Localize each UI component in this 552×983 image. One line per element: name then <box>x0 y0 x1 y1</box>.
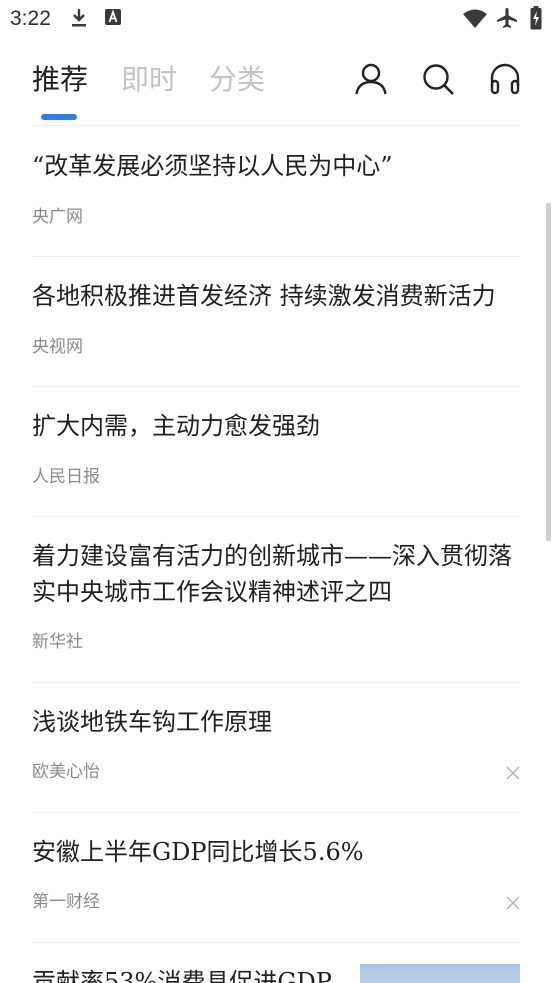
item-divider <box>32 812 520 813</box>
news-source: 欧美心怡 <box>32 762 100 782</box>
font-a-icon <box>105 8 121 30</box>
status-time: 3:22 <box>10 7 51 30</box>
header-divider <box>32 125 520 126</box>
news-title[interactable]: 着力建设富有活力的创新城市——深入贯彻落实中央城市工作会议精神述评之四 <box>32 538 512 610</box>
news-item[interactable]: 浅谈地铁车钩工作原理 欧美心怡 <box>32 704 520 813</box>
news-title[interactable]: 扩大内需，主动力愈发强劲 <box>32 408 512 444</box>
airplane-icon <box>496 7 518 33</box>
dismiss-close-icon[interactable] <box>506 895 520 910</box>
news-item[interactable]: 扩大内需，主动力愈发强劲 人民日报 <box>32 408 520 517</box>
headphones-icon[interactable] <box>488 62 522 96</box>
news-item[interactable]: “改革发展必须坚持以人民为中心” 央广网 <box>32 148 520 257</box>
status-bar: 3:22 <box>0 0 552 40</box>
dismiss-close-icon[interactable] <box>506 765 520 780</box>
tab-realtime[interactable]: 即时 <box>121 62 177 98</box>
item-divider <box>32 682 520 683</box>
news-thumbnail <box>360 964 520 983</box>
news-title[interactable]: 贡献率53%消费具促进GDP <box>32 964 352 983</box>
battery-charging-icon <box>530 6 542 34</box>
item-divider <box>32 516 520 517</box>
download-icon <box>70 8 88 32</box>
news-item[interactable]: 安徽上半年GDP同比增长5.6% 第一财经 <box>32 834 520 943</box>
news-item[interactable]: 各地积极推进首发经济 持续激发消费新活力 央视网 <box>32 278 520 387</box>
scrollbar[interactable] <box>546 203 551 541</box>
tab-recommended[interactable]: 推荐 <box>32 62 88 98</box>
item-divider <box>32 386 520 387</box>
news-title[interactable]: 浅谈地铁车钩工作原理 <box>32 704 512 740</box>
profile-icon[interactable] <box>354 62 388 96</box>
news-item[interactable]: 贡献率53%消费具促进GDP <box>32 964 520 983</box>
news-source: 第一财经 <box>32 892 100 912</box>
news-title[interactable]: “改革发展必须坚持以人民为中心” <box>32 148 512 184</box>
item-divider <box>32 256 520 257</box>
news-source: 央视网 <box>32 337 83 357</box>
top-nav: 推荐 即时 分类 <box>0 40 552 126</box>
news-item[interactable]: 着力建设富有活力的创新城市——深入贯彻落实中央城市工作会议精神述评之四 新华社 <box>32 538 520 683</box>
news-source: 人民日报 <box>32 467 100 487</box>
news-title[interactable]: 各地积极推进首发经济 持续激发消费新活力 <box>32 278 512 314</box>
news-title[interactable]: 安徽上半年GDP同比增长5.6% <box>32 834 512 870</box>
search-icon[interactable] <box>421 62 455 96</box>
news-source: 央广网 <box>32 207 83 227</box>
item-divider <box>32 942 520 943</box>
news-source: 新华社 <box>32 632 83 652</box>
tab-categories[interactable]: 分类 <box>209 62 265 98</box>
wifi-icon <box>463 9 487 33</box>
active-tab-indicator <box>41 114 77 120</box>
